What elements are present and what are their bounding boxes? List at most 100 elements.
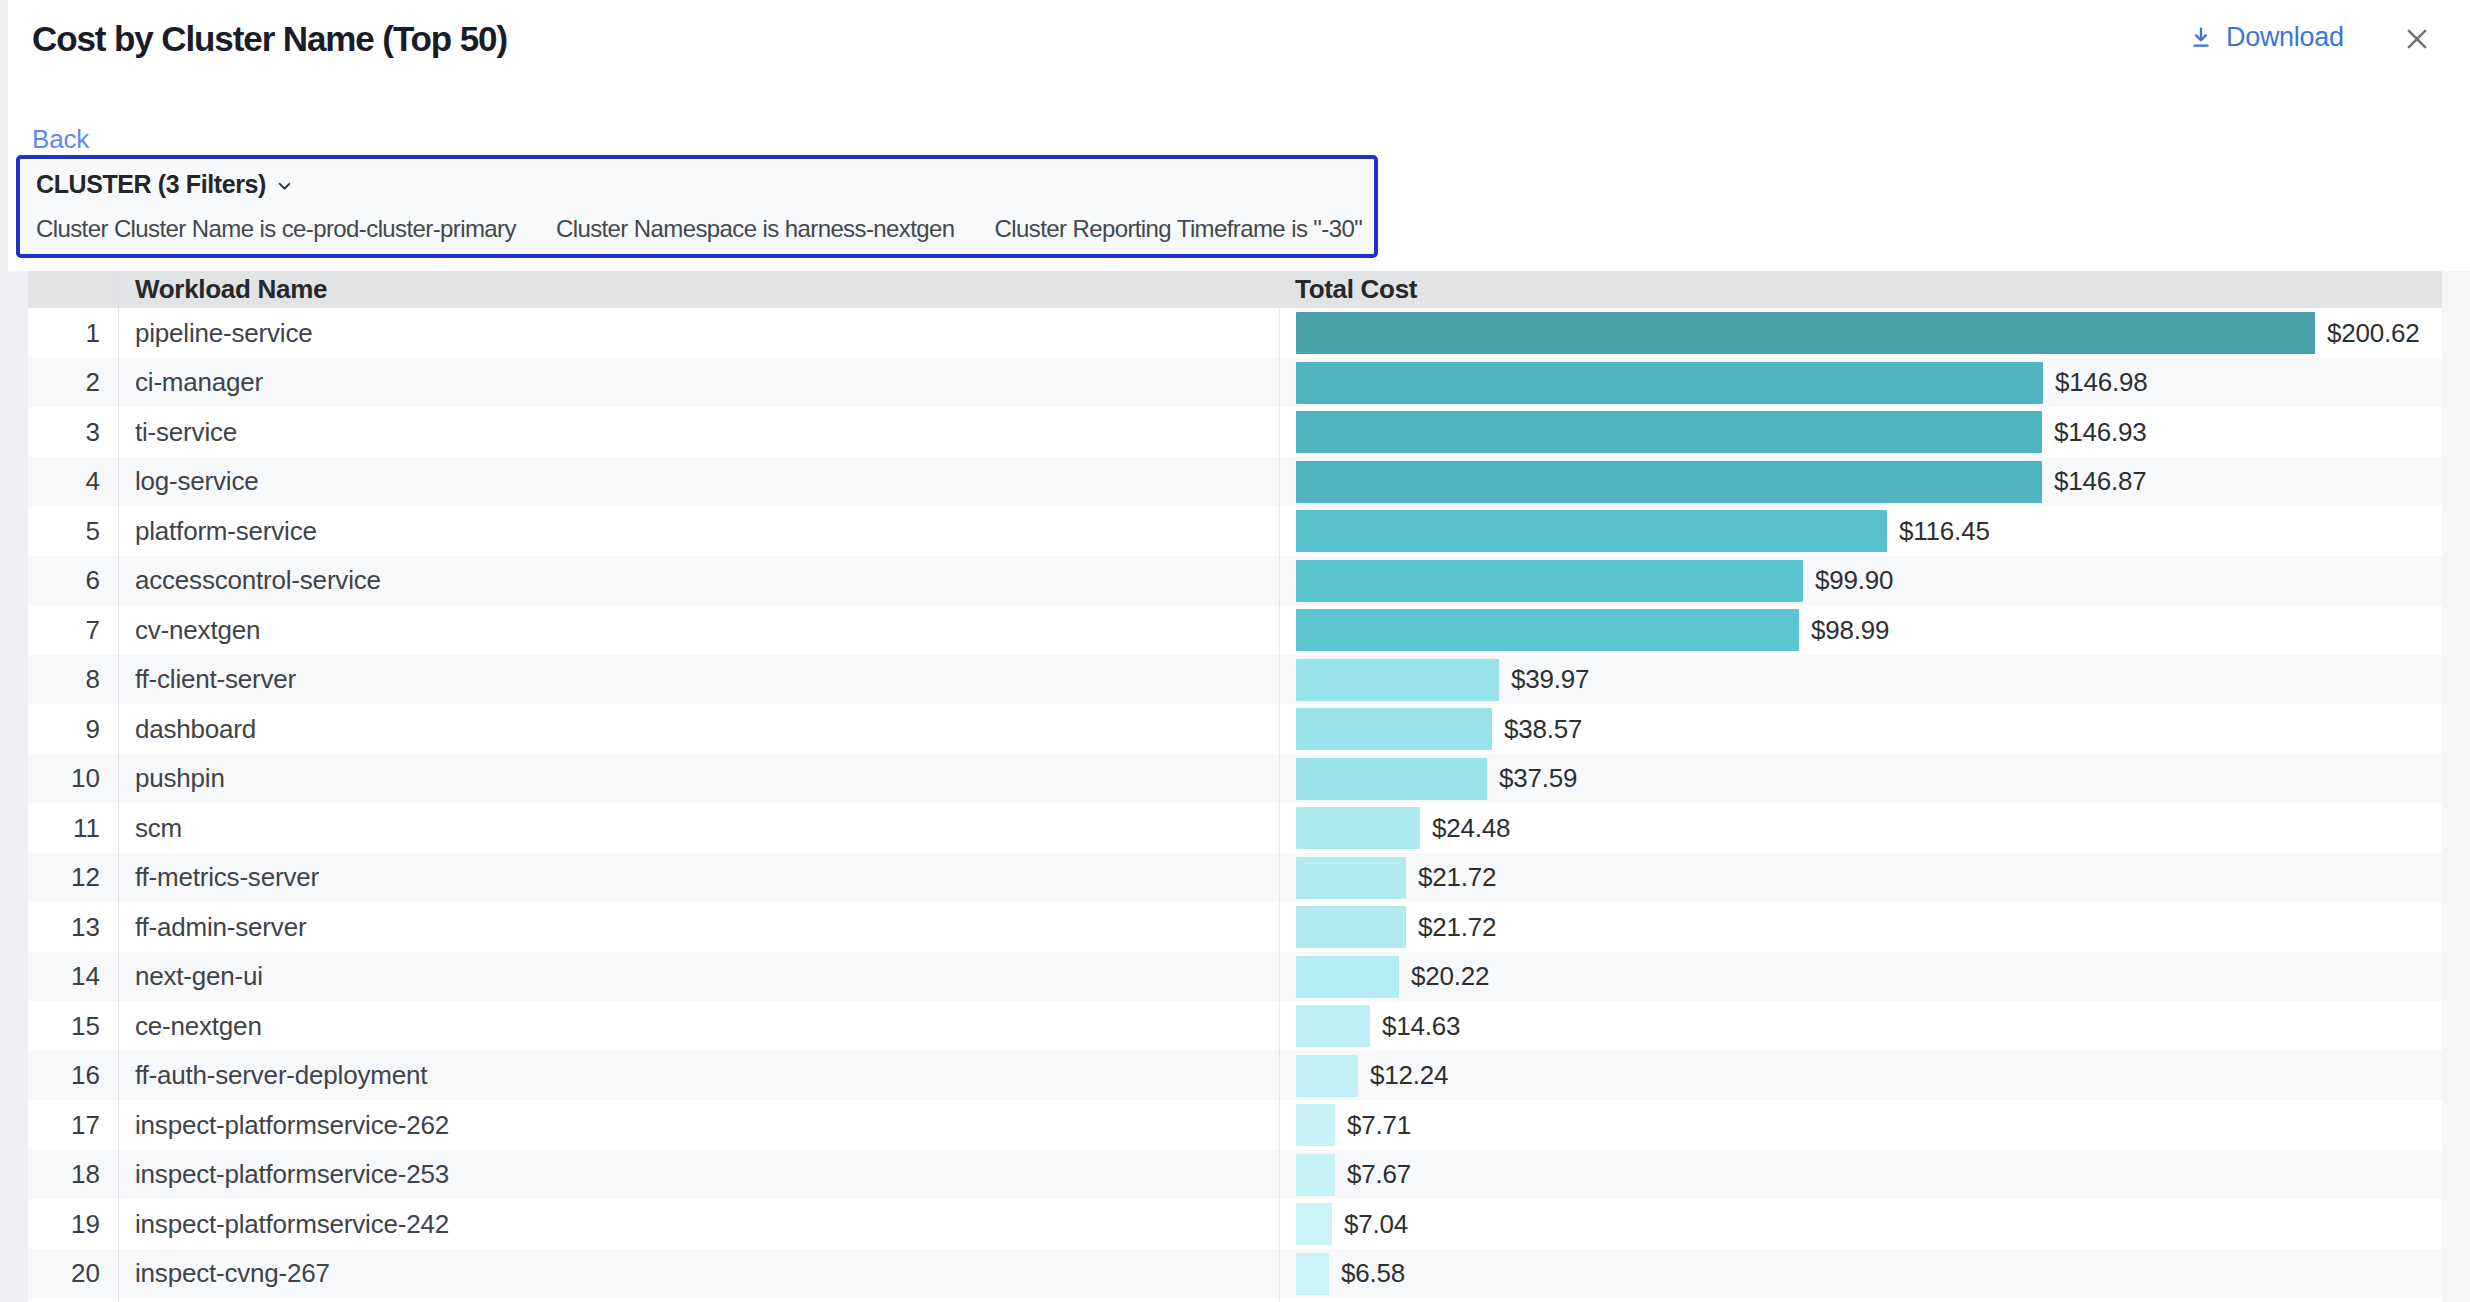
cost-value: $99.90 (1815, 556, 1893, 605)
table-row: 4 log-service $146.87 (28, 457, 2442, 506)
cost-bar (1296, 857, 1406, 899)
cost-value: $39.97 (1511, 655, 1589, 704)
cost-value: $7.04 (1344, 1199, 1408, 1249)
download-icon (2188, 25, 2214, 51)
close-icon (2402, 24, 2432, 54)
table-row: 16ff-auth-server-deployment$12.24 (28, 1051, 2442, 1100)
cost-value: $21.72 (1418, 853, 1496, 902)
table-row: 15 ce-nextgen $14.63 (28, 1001, 2442, 1051)
cost-value: $98.99 (1811, 605, 1889, 655)
cost-column-divider (1279, 271, 1280, 1302)
row-rank: 4 (28, 457, 100, 506)
table-row: 14next-gen-ui$20.22 (28, 952, 2442, 1001)
workload-name: log-service (135, 457, 259, 506)
rank-column-divider (118, 271, 119, 1302)
cost-bar (1296, 906, 1406, 948)
filter-group-toggle[interactable]: CLUSTER (3 Filters) (36, 170, 293, 199)
table-row: 19inspect-platformservice-242$7.04 (28, 1199, 2442, 1249)
cost-value: $200.62 (2327, 308, 2420, 358)
table-row: 2 ci-manager $146.98 (28, 358, 2442, 407)
cost-value: $116.45 (1899, 506, 1990, 556)
cost-bar (1296, 956, 1399, 998)
cost-value: $12.24 (1370, 1051, 1448, 1100)
workload-name: dashboard (135, 704, 256, 754)
workload-name: ci-manager (135, 358, 263, 407)
table-row: 18inspect-platformservice-253$7.67 (28, 1150, 2442, 1199)
table-right-margin (2442, 271, 2470, 1302)
column-header-total-cost[interactable]: Total Cost (1295, 271, 1417, 308)
row-rank: 15 (28, 1001, 100, 1051)
table-header: Workload Name Total Cost (28, 271, 2442, 308)
table-row: 6 accesscontrol-service $99.90 (28, 556, 2442, 605)
cost-value: $21.72 (1418, 902, 1496, 952)
table-row: 8ff-client-server$39.97 (28, 655, 2442, 704)
cost-value: $14.63 (1382, 1001, 1460, 1051)
cost-bar (1296, 560, 1803, 602)
table-row: 20 inspect-cvng-267 $6.58 (28, 1249, 2442, 1298)
row-rank: 6 (28, 556, 100, 605)
workload-name: ff-client-server (135, 655, 296, 704)
cost-value: $20.22 (1411, 952, 1489, 1001)
back-link[interactable]: Back (32, 124, 89, 155)
filter-panel: CLUSTER (3 Filters) Cluster Cluster Name… (16, 155, 1378, 258)
row-rank: 17 (28, 1100, 100, 1150)
row-rank: 18 (28, 1150, 100, 1199)
workload-name: platform-service (135, 506, 317, 556)
cost-bar (1296, 362, 2043, 404)
cost-bar (1296, 1104, 1335, 1146)
close-button[interactable] (2402, 24, 2432, 54)
filter-chip: Cluster Cluster Name is ce-prod-cluster-… (36, 215, 516, 243)
download-label: Download (2226, 22, 2344, 53)
table-body: 1 pipeline-service $200.62 2 ci-manager $146.… (28, 308, 2442, 1302)
cost-bar (1296, 609, 1799, 651)
workload-name: pushpin (135, 754, 225, 803)
workload-name: cv-nextgen (135, 605, 260, 655)
workload-name: ti-service (135, 407, 237, 457)
workload-name: ff-metrics-server (135, 853, 319, 902)
cost-bar (1296, 1005, 1370, 1047)
cost-bar (1296, 659, 1499, 701)
download-button[interactable]: Download (2188, 22, 2344, 53)
workload-name: scm (135, 803, 182, 853)
row-rank: 20 (28, 1249, 100, 1298)
row-rank: 3 (28, 407, 100, 457)
cost-bar (1296, 1154, 1335, 1196)
table-row: 1 pipeline-service $200.62 (28, 308, 2442, 358)
table-row: 11 scm $24.48 (28, 803, 2442, 853)
cost-value: $6.58 (1341, 1249, 1405, 1298)
cost-bar (1296, 461, 2042, 503)
cost-value: $38.57 (1504, 704, 1582, 754)
workload-name: inspect-cvng-267 (135, 1249, 330, 1298)
row-rank: 5 (28, 506, 100, 556)
cost-bar (1296, 708, 1492, 750)
filter-summary-label: CLUSTER (3 Filters) (36, 170, 266, 199)
workload-name: pipeline-service (135, 308, 312, 358)
cost-value: $24.48 (1432, 803, 1510, 853)
row-rank: 11 (28, 803, 100, 853)
table-left-margin (0, 271, 28, 1302)
table-row: 13ff-admin-server$21.72 (28, 902, 2442, 952)
workload-name: inspect-platformservice-253 (135, 1150, 449, 1199)
cost-value: $146.93 (2054, 407, 2147, 457)
filter-list: Cluster Cluster Name is ce-prod-cluster-… (36, 215, 1362, 243)
row-rank: 13 (28, 902, 100, 952)
cost-value: $146.87 (2054, 457, 2147, 506)
table-row: 12ff-metrics-server$21.72 (28, 853, 2442, 902)
table-row: 7cv-nextgen$98.99 (28, 605, 2442, 655)
column-header-workload-name[interactable]: Workload Name (135, 271, 327, 308)
table-row: 17inspect-platformservice-262$7.71 (28, 1100, 2442, 1150)
workload-name: ff-auth-server-deployment (135, 1051, 427, 1100)
cost-bar (1296, 807, 1420, 849)
workload-name: accesscontrol-service (135, 556, 381, 605)
cost-bar (1296, 312, 2315, 354)
cost-bar (1296, 1253, 1329, 1295)
table-row: 5 platform-service $116.45 (28, 506, 2442, 556)
row-rank: 1 (28, 308, 100, 358)
cost-value: $7.71 (1347, 1100, 1411, 1150)
workload-name: ce-nextgen (135, 1001, 262, 1051)
row-rank: 2 (28, 358, 100, 407)
cost-table: Workload Name Total Cost 1 pipeline-servi… (28, 271, 2442, 1302)
cost-value: $146.98 (2055, 358, 2148, 407)
row-rank: 19 (28, 1199, 100, 1249)
cost-bar (1296, 411, 2042, 453)
